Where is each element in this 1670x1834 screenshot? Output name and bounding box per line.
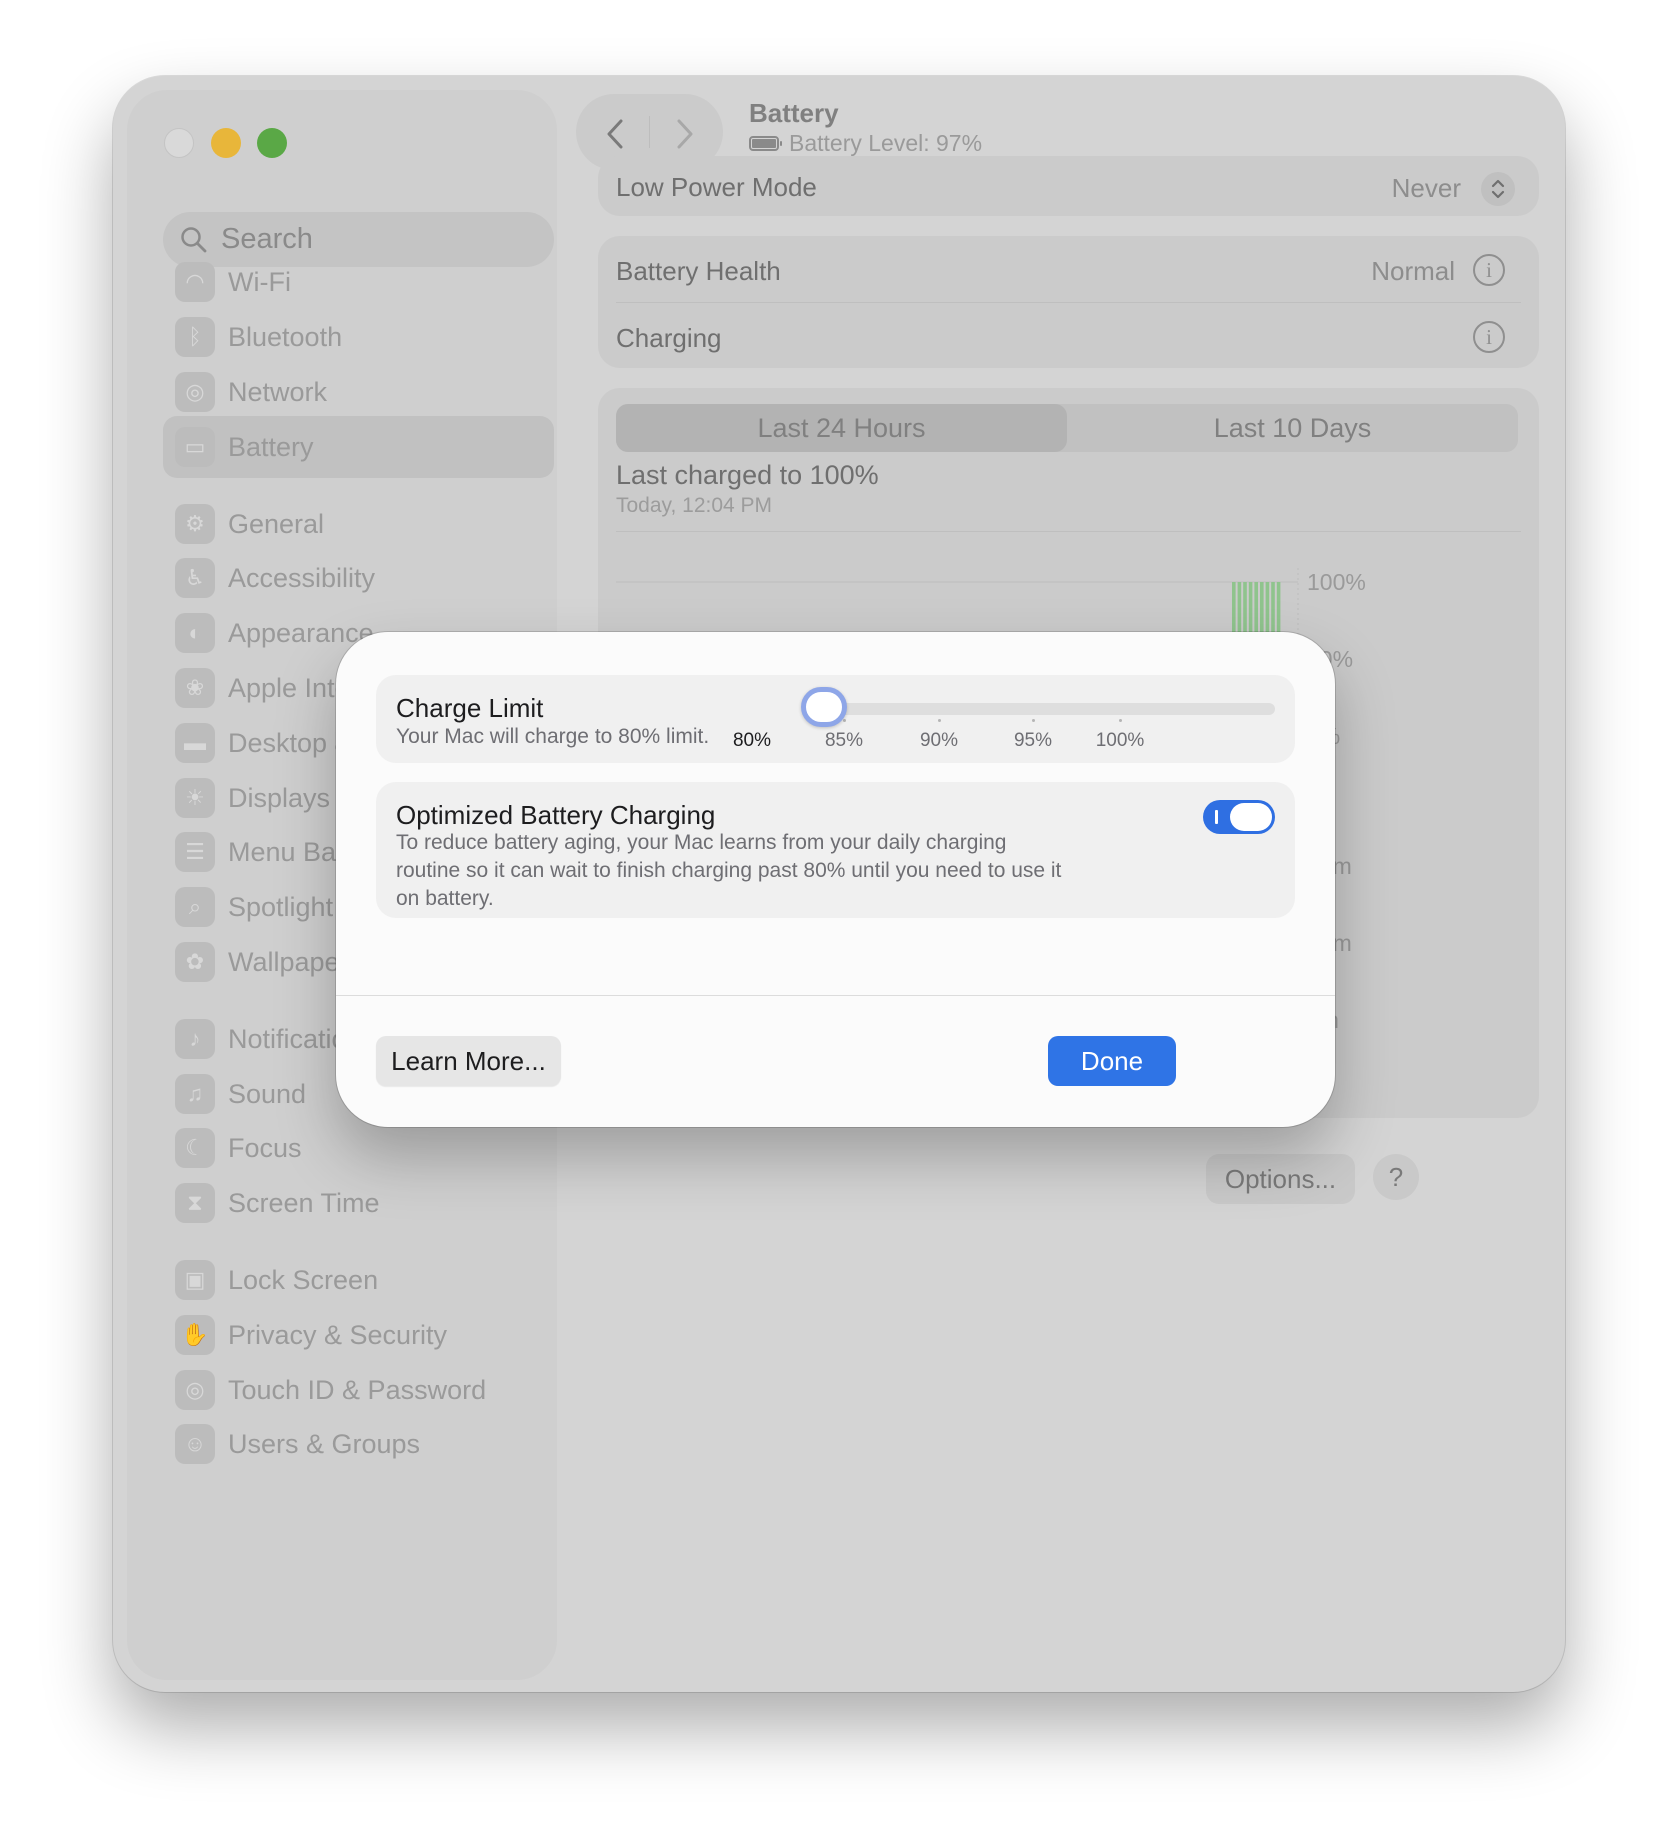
slider-tick-label: 80% <box>732 730 772 751</box>
moon-icon: ☾ <box>175 1128 215 1168</box>
bell-icon: ♪ <box>175 1019 215 1059</box>
sidebar-item-general[interactable]: ⚙ General <box>163 493 554 555</box>
sidebar-item-label: Battery <box>228 431 314 462</box>
sidebar-item-accessibility[interactable]: ♿ Accessibility <box>163 547 554 609</box>
sidebar-item-label: Touch ID & Password <box>228 1374 487 1405</box>
battery-icon <box>749 136 782 151</box>
users-icon: ☺ <box>175 1424 215 1464</box>
minimize-window-button[interactable] <box>211 128 241 158</box>
fingerprint-icon: ◎ <box>175 1370 215 1410</box>
battery-health-info-icon[interactable]: i <box>1473 254 1505 286</box>
battery-icon: ▭ <box>175 427 215 467</box>
spotlight-icon: ⌕ <box>175 887 215 927</box>
charge-limit-slider-track[interactable] <box>806 703 1275 715</box>
options-button[interactable]: Options... <box>1206 1154 1355 1204</box>
sidebar-item-wi-fi[interactable]: ◠ Wi-Fi <box>163 251 554 313</box>
sidebar-item-label: General <box>228 508 325 539</box>
menu-bar-icon: ☰ <box>175 832 215 872</box>
optimized-charging-card: Optimized Battery Charging To reduce bat… <box>376 782 1295 918</box>
sidebar-item-label: Sound <box>228 1078 307 1109</box>
forward-chevron-icon[interactable] <box>664 114 704 154</box>
battery-health-value: Normal <box>1371 256 1455 286</box>
charging-label: Charging <box>616 323 722 353</box>
charging-options-sheet: Charge Limit Your Mac will charge to 80%… <box>336 632 1335 1127</box>
optimized-charging-description: To reduce battery aging, your Mac learns… <box>396 831 1062 910</box>
sidebar-item-lock-screen[interactable]: ▣ Lock Screen <box>163 1249 554 1311</box>
search-icon <box>181 226 207 252</box>
toggle-on-indicator <box>1215 810 1218 824</box>
sidebar-item-users-groups[interactable]: ☺ Users & Groups <box>163 1413 554 1475</box>
y-axis-tick-label: 100% <box>1307 569 1366 595</box>
sidebar-item-privacy-security[interactable]: ✋ Privacy & Security <box>163 1304 554 1366</box>
accessibility-icon: ♿ <box>175 558 215 598</box>
slider-tick-label: 100% <box>1095 730 1145 751</box>
hand-icon: ✋ <box>175 1315 215 1355</box>
desktop-dock-icon: ▬ <box>175 723 215 763</box>
divider <box>616 302 1521 303</box>
sidebar-item-battery[interactable]: ▭ Battery <box>163 416 554 478</box>
sidebar-item-touch-id-password[interactable]: ◎ Touch ID & Password <box>163 1359 554 1421</box>
gear-icon: ⚙ <box>175 504 215 544</box>
page-title: Battery <box>749 98 839 128</box>
zoom-window-button[interactable] <box>257 128 287 158</box>
slider-tick-label: 95% <box>1013 730 1053 751</box>
sheet-divider <box>336 995 1335 996</box>
sidebar-item-network[interactable]: ◎ Network <box>163 361 554 423</box>
flower-icon: ✿ <box>175 942 215 982</box>
battery-health-label: Battery Health <box>616 256 781 286</box>
battery-level-label: Battery Level: 97% <box>749 130 982 157</box>
globe-icon: ◎ <box>175 372 215 412</box>
low-power-mode-value[interactable]: Never <box>1392 173 1461 204</box>
wifi-icon: ◠ <box>175 262 215 302</box>
sidebar-item-label: Spotlight <box>228 891 334 922</box>
nav-divider <box>649 116 650 148</box>
sidebar-item-label: Accessibility <box>228 562 376 593</box>
low-power-mode-label: Low Power Mode <box>616 172 817 202</box>
sidebar-item-label: Wallpaper <box>228 946 349 977</box>
learn-more-button[interactable]: Learn More... <box>376 1036 561 1086</box>
hourglass-icon: ⧗ <box>175 1183 215 1223</box>
sidebar-item-label: Lock Screen <box>228 1264 379 1295</box>
optimized-charging-toggle[interactable] <box>1203 800 1275 834</box>
bluetooth-icon: ᛒ <box>175 317 215 357</box>
sidebar-item-label: Network <box>228 376 328 407</box>
charge-limit-card: Charge Limit Your Mac will charge to 80%… <box>376 675 1295 763</box>
sidebar-item-label: Appearance <box>228 617 374 648</box>
sidebar-item-label: Privacy & Security <box>228 1319 448 1350</box>
close-window-button[interactable] <box>164 128 194 158</box>
charge-limit-title: Charge Limit <box>396 693 544 723</box>
sidebar-item-label: Bluetooth <box>228 321 343 352</box>
slider-tick-mark <box>938 719 941 722</box>
slider-tick-mark <box>843 719 846 722</box>
battery-level-text: Battery Level: 97% <box>789 130 983 156</box>
charge-limit-description: Your Mac will charge to 80% limit. <box>396 725 710 748</box>
sidebar-item-screen-time[interactable]: ⧗ Screen Time <box>163 1172 554 1234</box>
slider-tick-mark <box>1119 719 1122 722</box>
sun-icon: ☀ <box>175 778 215 818</box>
appearance-icon: ◐ <box>175 613 215 653</box>
help-button[interactable]: ? <box>1373 1154 1419 1200</box>
charge-limit-slider-knob[interactable] <box>801 687 847 727</box>
sidebar-item-label: Wi-Fi <box>228 266 291 297</box>
lock-icon: ▣ <box>175 1260 215 1300</box>
toggle-knob <box>1230 803 1272 831</box>
slider-tick-label: 90% <box>919 730 959 751</box>
done-button[interactable]: Done <box>1048 1036 1176 1086</box>
sidebar-item-label: Screen Time <box>228 1187 380 1218</box>
sidebar-item-label: Focus <box>228 1132 302 1163</box>
apple-intelligence-icon: ❀ <box>175 668 215 708</box>
speaker-icon: ♫ <box>175 1074 215 1114</box>
sidebar-item-label: Displays <box>228 782 331 813</box>
popup-stepper-icon[interactable] <box>1481 172 1515 206</box>
optimized-charging-title: Optimized Battery Charging <box>396 800 716 830</box>
battery-health-card: Battery Health Normal i Charging i <box>598 236 1539 368</box>
slider-tick-mark <box>1032 719 1035 722</box>
low-power-mode-row: Low Power Mode Never <box>598 156 1539 216</box>
charging-info-icon[interactable]: i <box>1473 321 1505 353</box>
sidebar-item-label: Users & Groups <box>228 1428 421 1459</box>
slider-tick-label: 85% <box>824 730 864 751</box>
back-chevron-icon[interactable] <box>596 114 636 154</box>
sidebar-item-label: Menu Bar <box>228 836 346 867</box>
sidebar-item-bluetooth[interactable]: ᛒ Bluetooth <box>163 306 554 368</box>
